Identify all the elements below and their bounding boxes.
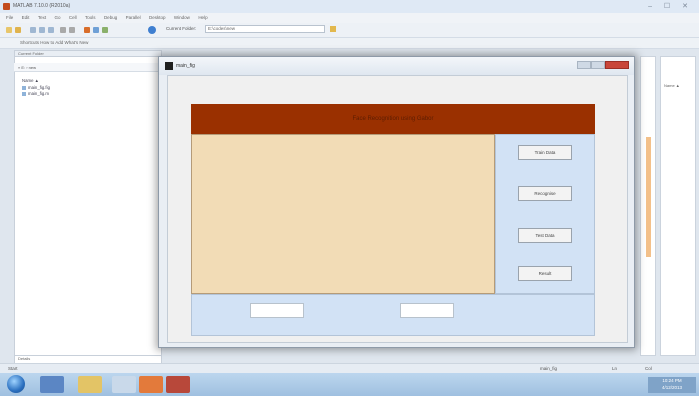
current-folder-label: Current Folder: [166, 26, 197, 31]
cut-icon[interactable] [30, 27, 36, 33]
status-column: Col [645, 366, 652, 371]
clock-date: 4/12/2013 [661, 385, 683, 390]
figure-title-bar[interactable]: main_fig [159, 57, 634, 75]
help-icon[interactable] [148, 26, 156, 34]
banner-text: Face Recognition using Gabor [352, 116, 434, 122]
image-axes[interactable] [191, 134, 495, 294]
menu-parallel[interactable]: Parallel [126, 15, 141, 20]
menu-go[interactable]: Go [54, 15, 60, 20]
window-controls[interactable]: – ☐ ✕ [648, 2, 693, 10]
figure-icon [165, 62, 173, 70]
menu-file[interactable]: File [6, 15, 13, 20]
control-panel: Train Data Recognise Test Data Result [495, 134, 595, 294]
media-taskbar-icon[interactable] [112, 376, 136, 393]
maximize-button[interactable] [591, 61, 605, 69]
menu-tools[interactable]: Tools [85, 15, 96, 20]
simulink-icon[interactable] [84, 27, 90, 33]
undo-icon[interactable] [60, 27, 66, 33]
ie-taskbar-icon[interactable] [40, 376, 64, 393]
paste-icon[interactable] [48, 27, 54, 33]
file-name: main_fig.fig [28, 85, 50, 90]
menu-edit[interactable]: Edit [22, 15, 30, 20]
output-edit-box-1[interactable] [250, 303, 304, 318]
clock-time: 10:24 PM [662, 378, 682, 383]
figure-title: main_fig [176, 63, 195, 69]
file-item[interactable]: main_fig.m [22, 91, 49, 96]
shortcuts-text[interactable]: Shortcuts How to Add What's New [20, 40, 88, 45]
toolbar [0, 23, 699, 38]
folder-path-bar[interactable]: « E: › new [14, 63, 162, 72]
start-button[interactable]: Start [8, 366, 18, 371]
file-name: main_fig.m [28, 91, 50, 96]
menu-debug[interactable]: Debug [104, 15, 117, 20]
chrome-taskbar-icon[interactable] [139, 376, 163, 393]
status-file: main_fig [540, 366, 558, 371]
open-file-icon[interactable] [15, 27, 21, 33]
result-button[interactable]: Result [518, 266, 572, 281]
windows-start-icon[interactable] [7, 375, 25, 393]
explorer-taskbar-icon[interactable] [78, 376, 102, 393]
matlab-taskbar-icon[interactable] [166, 376, 190, 393]
file-list-header[interactable]: Name ▲ [22, 78, 39, 83]
windows-taskbar [0, 373, 699, 396]
recognise-button[interactable]: Recognise [518, 186, 572, 201]
workspace-header[interactable]: Name ▲ [664, 83, 680, 88]
current-folder-input[interactable]: E:\codes\new [205, 25, 325, 33]
m-file-icon [22, 91, 26, 96]
test-data-button[interactable]: Test Data [518, 228, 572, 243]
new-file-icon[interactable] [6, 27, 12, 33]
title-banner-panel: Face Recognition using Gabor [191, 104, 595, 134]
guide-icon[interactable] [93, 27, 99, 33]
menu-help[interactable]: Help [198, 15, 207, 20]
command-window-scrollbar[interactable] [640, 56, 656, 356]
scroll-thumb[interactable] [646, 137, 651, 257]
minimize-button[interactable] [577, 61, 591, 69]
copy-icon[interactable] [39, 27, 45, 33]
menu-window[interactable]: Window [174, 15, 190, 20]
menu-desktop[interactable]: Desktop [149, 15, 166, 20]
browse-folder-icon[interactable] [330, 26, 336, 32]
output-edit-box-2[interactable] [400, 303, 454, 318]
gui-figure-window: main_fig Face Recognition using Gabor Tr… [158, 56, 635, 348]
app-title: MATLAB 7.10.0 (R2010a) [13, 3, 71, 9]
menu-bar: File Edit Text Go Cell Tools Debug Paral… [0, 13, 699, 23]
current-folder-pane [14, 56, 162, 356]
menu-cell[interactable]: Cell [69, 15, 77, 20]
output-panel [191, 294, 595, 336]
train-data-button[interactable]: Train Data [518, 145, 572, 160]
menu-text[interactable]: Text [38, 15, 46, 20]
status-line: Ln [612, 366, 618, 371]
shortcuts-bar: Shortcuts How to Add What's New [0, 38, 699, 49]
fig-file-icon [22, 85, 26, 90]
app-title-bar: MATLAB 7.10.0 (R2010a) – ☐ ✕ [0, 0, 699, 14]
workspace-pane: Name ▲ [660, 56, 696, 356]
close-button[interactable] [605, 61, 629, 69]
profiler-icon[interactable] [102, 27, 108, 33]
file-item[interactable]: main_fig.fig [22, 85, 50, 90]
matlab-app-icon [3, 3, 10, 10]
redo-icon[interactable] [69, 27, 75, 33]
system-clock[interactable]: 10:24 PM 4/12/2013 [648, 377, 696, 393]
